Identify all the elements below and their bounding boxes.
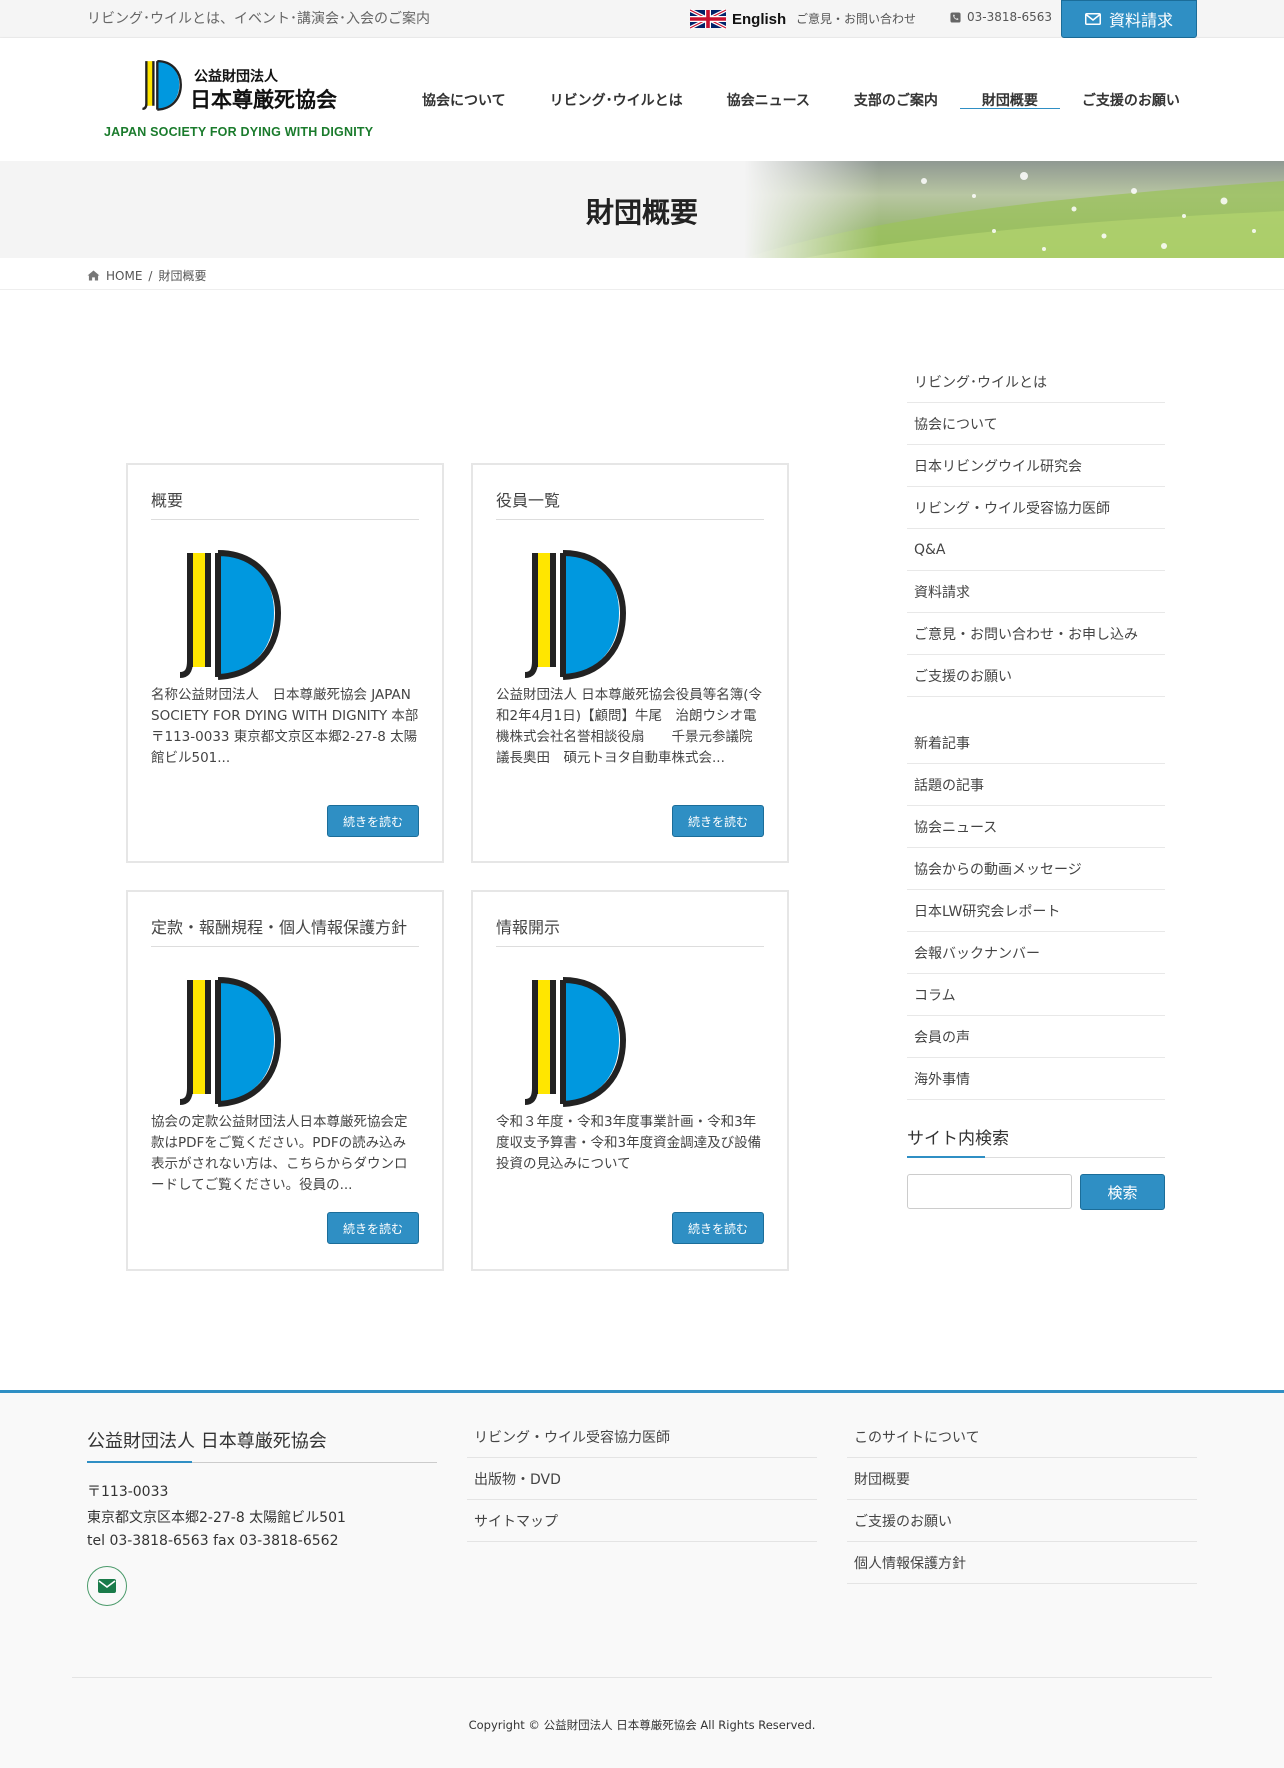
site-search-title: サイト内検索 (907, 1124, 1165, 1158)
sidebar-item-request[interactable]: 資料請求 (907, 571, 1165, 613)
card-excerpt: 名称公益財団法人 日本尊厳死協会 JAPAN SOCIETY FOR DYING… (151, 687, 419, 766)
sidebar-item-member-voice[interactable]: 会員の声 (907, 1016, 1165, 1058)
envelope-icon (98, 1579, 116, 1593)
footer-address: 東京都文京区本郷2-27-8 太陽館ビル501 (87, 1510, 346, 1526)
contact-link[interactable]: ご意見・お問い合わせ (796, 10, 916, 27)
nav-item-living-will[interactable]: リビング･ウイルとは (528, 38, 705, 161)
logo-mark-icon (142, 59, 182, 111)
sidebar-item-about[interactable]: 協会について (907, 403, 1165, 445)
english-label: English (732, 10, 787, 28)
page-hero: 財団概要 (0, 161, 1284, 258)
nav-item-branches[interactable]: 支部のご案内 (832, 38, 960, 161)
site-tagline: リビング･ウイルとは、イベント･講演会･入会のご案内 (87, 11, 430, 27)
footer-links-col3: このサイトについて 財団概要 ご支援のお願い 個人情報保護方針 (847, 1416, 1197, 1584)
read-more-button[interactable]: 続きを読む (672, 1212, 764, 1244)
sidebar-item-popular[interactable]: 話題の記事 (907, 764, 1165, 806)
card-excerpt: 協会の定款公益財団法人日本尊厳死協会定款はPDFをご覧ください。PDFの読み込み… (151, 1114, 408, 1193)
sidebar-item-overseas[interactable]: 海外事情 (907, 1058, 1165, 1100)
footer-link-privacy[interactable]: 個人情報保護方針 (847, 1542, 1197, 1584)
logo-english-text: JAPAN SOCIETY FOR DYING WITH DIGNITY (104, 125, 374, 139)
card-disclosure: 情報開示 令和３年度・令和3年度事業計画・令和3年度収支予算書・令和3年度資金調… (471, 890, 789, 1271)
envelope-icon (1084, 13, 1101, 25)
sidebar-item-doctors[interactable]: リビング・ウイル受容協力医師 (907, 487, 1165, 529)
site-footer: 公益財団法人 日本尊厳死協会 〒113-0033 東京都文京区本郷2-27-8 … (0, 1390, 1284, 1768)
read-more-button[interactable]: 続きを読む (327, 1212, 419, 1244)
phone-text: 03-3818-6563 (967, 10, 1053, 24)
footer-link-support[interactable]: ご支援のお願い (847, 1500, 1197, 1542)
logo-small-text: 公益財団法人 (194, 69, 278, 85)
search-input[interactable] (907, 1174, 1072, 1209)
nav-item-support[interactable]: ご支援のお願い (1060, 38, 1202, 161)
logo-large-text: 日本尊厳死協会 (190, 88, 337, 112)
footer-divider (72, 1677, 1212, 1678)
card-title: 定款・報酬規程・個人情報保護方針 (151, 914, 419, 947)
sidebar-item-research-society[interactable]: 日本リビングウイル研究会 (907, 445, 1165, 487)
nav-item-foundation[interactable]: 財団概要 (959, 38, 1060, 161)
request-button-label: 資料請求 (1108, 11, 1173, 30)
top-bar: リビング･ウイルとは、イベント･講演会･入会のご案内 English ご意見・お… (0, 0, 1284, 38)
sidebar-item-support[interactable]: ご支援のお願い (907, 655, 1165, 697)
footer-link-doctors[interactable]: リビング・ウイル受容協力医師 (467, 1416, 817, 1458)
card-title: 概要 (151, 487, 419, 520)
copyright-text: Copyright © 公益財団法人 日本尊厳死協会 All Rights Re… (468, 1718, 816, 1732)
footer-link-sitemap[interactable]: サイトマップ (467, 1500, 817, 1542)
read-more-button[interactable]: 続きを読む (327, 805, 419, 837)
footer-link-about-site[interactable]: このサイトについて (847, 1416, 1197, 1458)
sidebar-item-backnumber[interactable]: 会報バックナンバー (907, 932, 1165, 974)
sidebar-item-video[interactable]: 協会からの動画メッセージ (907, 848, 1165, 890)
nav-item-news[interactable]: 協会ニュース (705, 38, 832, 161)
read-more-button[interactable]: 続きを読む (672, 805, 764, 837)
sidebar-item-contact[interactable]: ご意見・お問い合わせ・お申し込み (907, 613, 1165, 655)
main-nav: 協会について リビング･ウイルとは 協会ニュース 支部のご案内 財団概要 ご支援… (400, 38, 1202, 161)
phone-number: 03-3818-6563 (950, 10, 1052, 24)
card-title: 情報開示 (496, 914, 764, 947)
footer-org-name: 公益財団法人 日本尊厳死協会 (87, 1427, 437, 1463)
card-thumbnail-logo-icon[interactable] (523, 545, 627, 683)
card-thumbnail-logo-icon[interactable] (178, 545, 282, 683)
breadcrumb-home-link[interactable]: HOME (106, 269, 142, 283)
site-logo[interactable]: 公益財団法人 日本尊厳死協会 JAPAN SOCIETY FOR DYING W… (104, 58, 374, 148)
english-link[interactable]: English (690, 8, 786, 30)
sidebar-item-new-posts[interactable]: 新着記事 (907, 722, 1165, 764)
card-overview: 概要 名称公益財団法人 日本尊厳死協会 JAPAN SOCIETY FOR DY… (126, 463, 444, 863)
card-thumbnail-logo-icon[interactable] (178, 972, 282, 1110)
sidebar-item-qa[interactable]: Q&A (907, 529, 1165, 571)
footer-link-foundation[interactable]: 財団概要 (847, 1458, 1197, 1500)
home-icon (87, 270, 100, 281)
site-header: 公益財団法人 日本尊厳死協会 JAPAN SOCIETY FOR DYING W… (0, 38, 1284, 161)
card-excerpt: 公益財団法人 日本尊厳死協会役員等名簿(令和2年4月1日)【顧問】牛尾 治朗ウシ… (496, 687, 763, 766)
footer-mail-button[interactable] (87, 1566, 127, 1606)
breadcrumb: HOME / 財団概要 (0, 258, 1284, 290)
footer-links-col2: リビング・ウイル受容協力医師 出版物・DVD サイトマップ (467, 1416, 817, 1542)
page-title: 財団概要 (585, 196, 698, 229)
footer-tel-fax: tel 03-3818-6563 fax 03-3818-6562 (87, 1533, 339, 1549)
search-button[interactable]: 検索 (1080, 1174, 1165, 1210)
card-officers: 役員一覧 公益財団法人 日本尊厳死協会役員等名簿(令和2年4月1日)【顧問】牛尾… (471, 463, 789, 863)
card-title: 役員一覧 (496, 487, 764, 520)
sidebar-menu-categories: 新着記事 話題の記事 協会ニュース 協会からの動画メッセージ 日本LW研究会レポ… (907, 722, 1165, 1100)
uk-flag-icon (690, 9, 726, 29)
request-materials-button[interactable]: 資料請求 (1061, 0, 1197, 38)
breadcrumb-separator: / (148, 268, 153, 283)
card-excerpt: 令和３年度・令和3年度事業計画・令和3年度収支予算書・令和3年度資金調達及び設備… (496, 1114, 762, 1172)
footer-postal-code: 〒113-0033 (87, 1484, 169, 1500)
footer-link-publications[interactable]: 出版物・DVD (467, 1458, 817, 1500)
nav-item-about[interactable]: 協会について (400, 38, 528, 161)
sidebar-item-column[interactable]: コラム (907, 974, 1165, 1016)
phone-icon (950, 11, 961, 23)
sidebar-item-lw-report[interactable]: 日本LW研究会レポート (907, 890, 1165, 932)
breadcrumb-current: 財団概要 (158, 269, 207, 283)
sidebar-item-living-will[interactable]: リビング･ウイルとは (907, 361, 1165, 403)
card-thumbnail-logo-icon[interactable] (523, 972, 627, 1110)
sidebar-item-news[interactable]: 協会ニュース (907, 806, 1165, 848)
card-articles: 定款・報酬規程・個人情報保護方針 協会の定款公益財団法人日本尊厳死協会定款はPD… (126, 890, 444, 1271)
sidebar-menu-primary: リビング･ウイルとは 協会について 日本リビングウイル研究会 リビング・ウイル受… (907, 361, 1165, 697)
